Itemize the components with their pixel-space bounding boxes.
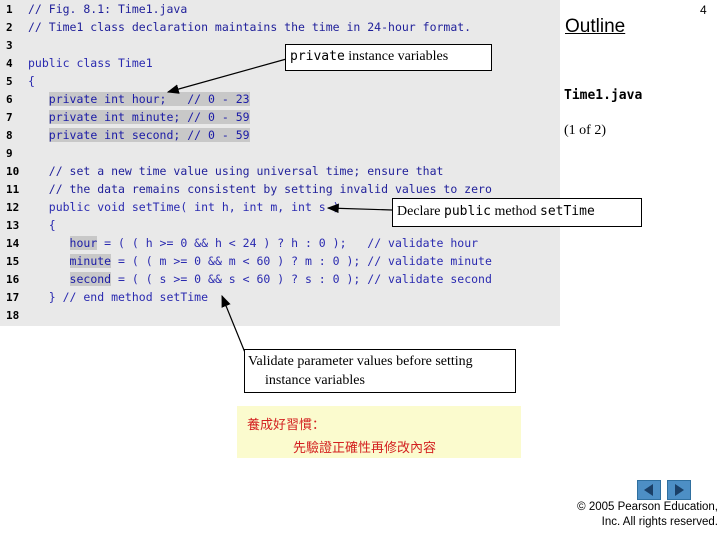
arrow-declare-method: [326, 203, 393, 214]
arrow-validate: [221, 294, 247, 356]
callout-declare-pre: Declare: [397, 204, 445, 219]
note-line2: 先驗證正確性再修改內容: [293, 441, 437, 456]
next-slide-button[interactable]: [667, 480, 691, 500]
callout-private-keyword: private: [290, 49, 345, 64]
prev-arrow-icon: [644, 484, 653, 496]
callout-arrows: [166, 57, 393, 356]
note-box: 養成好習慣： 先驗證正確性再修改內容: [237, 406, 521, 458]
callout-validate-line1: Validate parameter values before setting: [248, 354, 473, 369]
copyright-line2: Inc. All rights reserved.: [601, 516, 718, 528]
callout-validate-line2: instance variables: [265, 373, 365, 388]
callout-private-variables: private instance variables: [285, 44, 492, 71]
arrow-private-vars: [166, 57, 291, 94]
callout-declare-mid: method: [491, 204, 540, 219]
callout-declare-method: Declare public method setTime: [392, 198, 642, 227]
callout-private-text: instance variables: [344, 49, 449, 64]
callout-declare-settime: setTime: [540, 204, 595, 219]
note-line1: 養成好習慣：: [247, 418, 326, 433]
prev-slide-button[interactable]: [637, 480, 661, 500]
callout-declare-public: public: [444, 204, 491, 219]
callout-validate: Validate parameter values before setting…: [244, 349, 516, 393]
copyright-line1: © 2005 Pearson Education,: [577, 501, 718, 513]
copyright: © 2005 Pearson Education, Inc. All right…: [560, 500, 718, 530]
next-arrow-icon: [675, 484, 684, 496]
